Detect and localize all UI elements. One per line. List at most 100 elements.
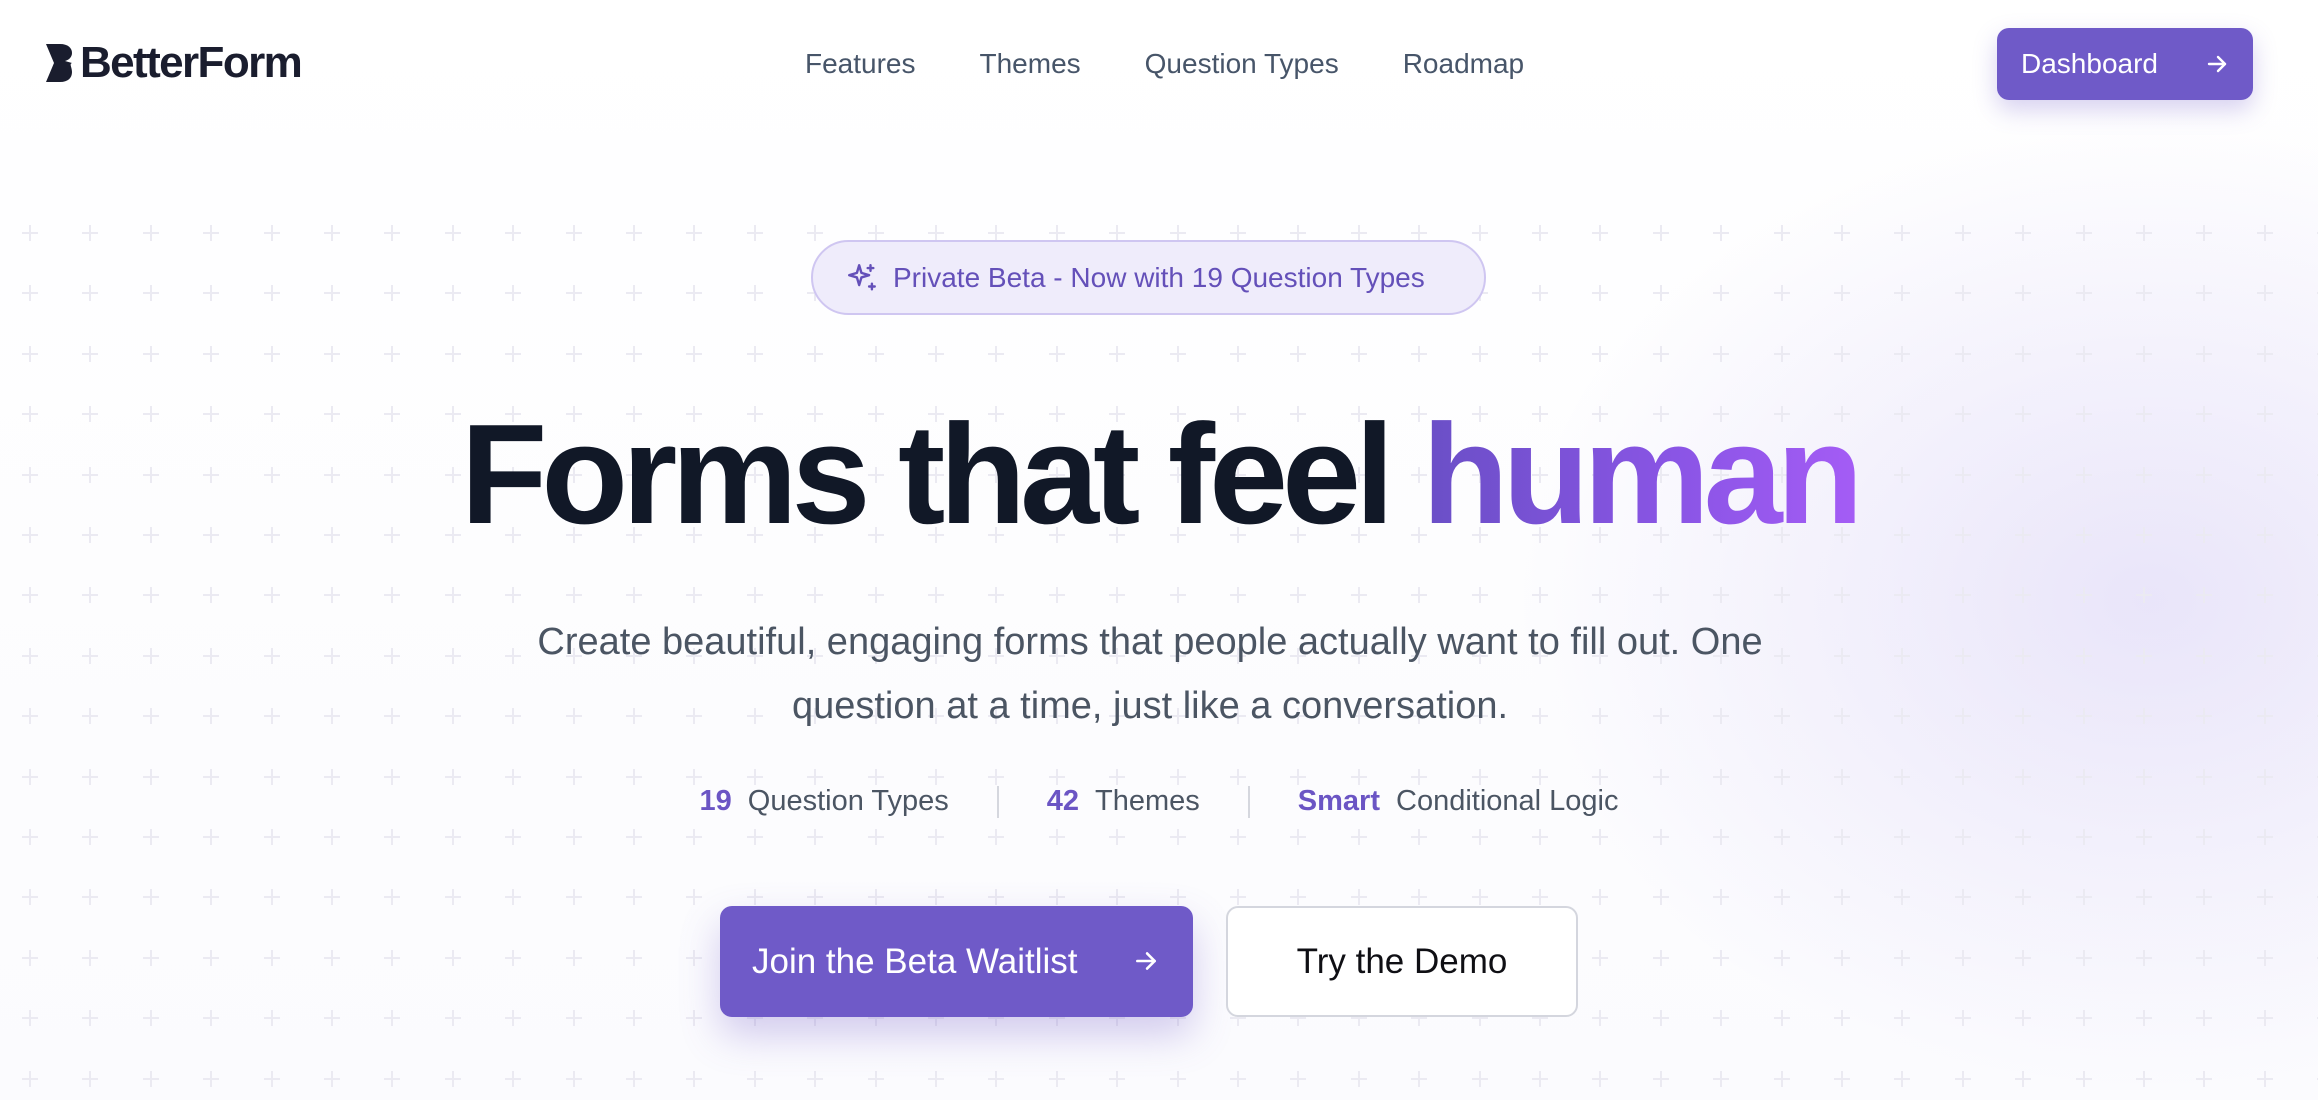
- background-plus: [2136, 1010, 2152, 1026]
- background-plus: [868, 889, 884, 905]
- background-plus: [807, 587, 823, 603]
- background-plus: [807, 225, 823, 241]
- background-plus: [324, 829, 340, 845]
- background-plus: [1109, 346, 1125, 362]
- background-plus: [1351, 769, 1367, 785]
- background-plus: [2136, 889, 2152, 905]
- try-demo-button[interactable]: Try the Demo: [1226, 906, 1578, 1017]
- background-plus: [1834, 1071, 1850, 1087]
- background-plus: [1955, 1010, 1971, 1026]
- nav-question-types[interactable]: Question Types: [1145, 44, 1339, 84]
- nav-roadmap[interactable]: Roadmap: [1403, 44, 1524, 84]
- background-plus: [2257, 829, 2273, 845]
- background-plus: [2076, 829, 2092, 845]
- background-plus: [1472, 587, 1488, 603]
- background-plus: [82, 587, 98, 603]
- background-plus: [626, 346, 642, 362]
- background-plus: [1290, 346, 1306, 362]
- background-plus: [2136, 587, 2152, 603]
- nav-themes[interactable]: Themes: [980, 44, 1081, 84]
- background-plus: [203, 346, 219, 362]
- background-plus: [1894, 769, 1910, 785]
- background-plus: [264, 1071, 280, 1087]
- background-plus: [2015, 950, 2031, 966]
- background-plus: [203, 769, 219, 785]
- background-plus: [82, 889, 98, 905]
- background-plus: [2136, 1071, 2152, 1087]
- background-plus: [1713, 1010, 1729, 1026]
- background-plus: [868, 225, 884, 241]
- background-plus: [1230, 587, 1246, 603]
- background-plus: [1894, 950, 1910, 966]
- stat-value: 19: [699, 785, 732, 817]
- background-plus: [1774, 769, 1790, 785]
- background-plus: [807, 889, 823, 905]
- background-plus: [22, 587, 38, 603]
- background-plus: [505, 1010, 521, 1026]
- background-plus: [1049, 346, 1065, 362]
- background-plus: [988, 587, 1004, 603]
- background-plus: [928, 587, 944, 603]
- background-plus: [1049, 889, 1065, 905]
- main-nav: Features Themes Question Types Roadmap: [805, 44, 1524, 84]
- background-plus: [264, 285, 280, 301]
- background-plus: [1653, 1071, 1669, 1087]
- background-plus: [505, 829, 521, 845]
- background-plus: [1472, 829, 1488, 845]
- background-plus: [1049, 829, 1065, 845]
- background-plus: [1713, 587, 1729, 603]
- background-plus: [505, 587, 521, 603]
- background-plus: [1774, 950, 1790, 966]
- join-waitlist-button[interactable]: Join the Beta Waitlist: [720, 906, 1193, 1017]
- background-plus: [264, 708, 280, 724]
- background-plus: [505, 285, 521, 301]
- background-plus: [82, 346, 98, 362]
- background-plus: [82, 285, 98, 301]
- background-plus: [445, 950, 461, 966]
- background-plus: [384, 346, 400, 362]
- background-plus: [22, 950, 38, 966]
- dashboard-button-label: Dashboard: [2021, 48, 2158, 79]
- background-plus: [2257, 285, 2273, 301]
- background-plus: [1170, 769, 1186, 785]
- dashboard-button[interactable]: Dashboard: [1997, 28, 2253, 100]
- background-plus: [1109, 889, 1125, 905]
- background-plus: [203, 648, 219, 664]
- try-demo-label: Try the Demo: [1296, 941, 1508, 981]
- logo[interactable]: BetterForm: [44, 40, 303, 86]
- background-plus: [1774, 829, 1790, 845]
- background-plus: [988, 829, 1004, 845]
- background-plus: [2196, 708, 2212, 724]
- background-plus: [626, 950, 642, 966]
- nav-features[interactable]: Features: [805, 44, 916, 84]
- background-plus: [445, 346, 461, 362]
- stat-label: Themes: [1095, 785, 1200, 817]
- background-plus: [1290, 769, 1306, 785]
- background-plus: [1653, 285, 1669, 301]
- background-plus: [1230, 889, 1246, 905]
- background-plus: [1713, 769, 1729, 785]
- background-plus: [1834, 225, 1850, 241]
- background-plus: [1290, 829, 1306, 845]
- background-plus: [566, 889, 582, 905]
- background-plus: [324, 587, 340, 603]
- background-plus: [1894, 225, 1910, 241]
- background-plus: [626, 769, 642, 785]
- background-plus: [1532, 889, 1548, 905]
- background-plus: [747, 587, 763, 603]
- background-plus: [1532, 346, 1548, 362]
- background-plus: [1592, 950, 1608, 966]
- background-plus: [1894, 648, 1910, 664]
- background-plus: [22, 285, 38, 301]
- background-plus: [1894, 346, 1910, 362]
- background-plus: [686, 1010, 702, 1026]
- background-plus: [1290, 889, 1306, 905]
- background-plus: [324, 950, 340, 966]
- background-plus: [686, 346, 702, 362]
- background-plus: [445, 1071, 461, 1087]
- background-plus: [1351, 587, 1367, 603]
- background-plus: [1411, 889, 1427, 905]
- background-plus: [1411, 587, 1427, 603]
- background-plus: [22, 648, 38, 664]
- background-plus: [445, 769, 461, 785]
